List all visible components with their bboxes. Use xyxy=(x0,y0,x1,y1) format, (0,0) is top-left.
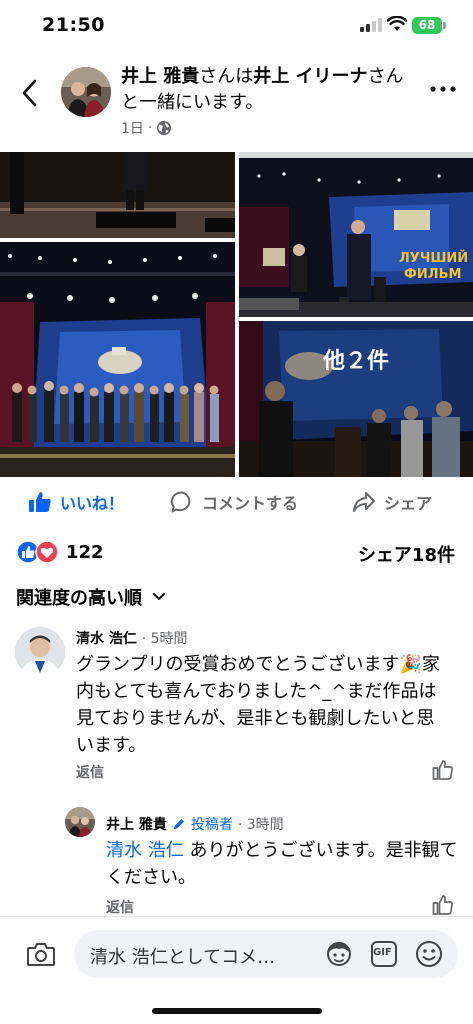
share-count[interactable]: シェア18件 xyxy=(358,541,455,567)
author-badge: 投稿者 xyxy=(190,817,233,833)
more-options-icon[interactable] xyxy=(428,84,458,94)
post-time[interactable]: 1日 xyxy=(121,118,144,138)
reply-button-2[interactable]: 返信 xyxy=(106,897,134,917)
share-icon xyxy=(353,492,375,512)
comment-sort-selector[interactable]: 関連度の高い順 xyxy=(16,584,166,610)
share-button[interactable]: シェア xyxy=(352,490,432,514)
photo-4[interactable]: 他２件 xyxy=(239,321,473,477)
thumbs-up-icon[interactable] xyxy=(432,759,454,781)
back-icon[interactable] xyxy=(18,78,42,108)
reply-text-block: 清水 浩仁 ありがとうございます。是非観てください。 xyxy=(106,837,458,891)
globe-icon xyxy=(157,121,172,135)
battery-indicator: 68 xyxy=(412,17,442,34)
comment-label: コメントする xyxy=(202,494,299,513)
more-photos-label: 他２件 xyxy=(322,349,389,374)
photo-1[interactable] xyxy=(0,152,235,238)
reply-author-avatar[interactable] xyxy=(65,807,95,837)
sort-label: 関連度の高い順 xyxy=(16,588,142,609)
comment-text: グランプリの受賞おめでとうございます🎉家内もとても喜んでおりました^_^まだ作品… xyxy=(76,654,440,756)
reply-author-line: 井上 雅貴 投稿者 · 3時間 xyxy=(106,814,284,834)
comment-button[interactable]: コメントする xyxy=(170,490,298,514)
reaction-count: 122 xyxy=(66,541,104,563)
reaction-summary[interactable]: 122 xyxy=(16,540,104,564)
more-photos-overlay[interactable]: 他２件 xyxy=(239,321,473,477)
header-connector-1: さんは xyxy=(199,66,254,87)
gif-icon[interactable]: GIF xyxy=(370,940,398,968)
comment-author-name[interactable]: 清水 浩仁 xyxy=(76,631,137,647)
mention-link[interactable]: 清水 浩仁 xyxy=(106,840,184,861)
svg-text:ЛУЧШИЙ: ЛУЧШИЙ xyxy=(399,250,468,266)
love-reaction-icon xyxy=(35,540,59,564)
reply-button[interactable]: 返信 xyxy=(76,762,104,782)
comment-input[interactable]: 清水 浩仁としてコメ… GIF xyxy=(74,930,458,978)
battery-tip xyxy=(443,22,446,29)
thumbs-up-icon-2[interactable] xyxy=(432,894,454,916)
author-avatar[interactable] xyxy=(61,67,111,117)
post-header-title: 井上 雅貴さんは井上 イリーナさんと一緒にいます。 xyxy=(121,64,413,116)
comment-icon xyxy=(170,491,191,513)
commenter-avatar[interactable] xyxy=(15,627,65,677)
status-bar: 21:50 68 xyxy=(0,0,473,52)
post-meta: 1日 · xyxy=(121,118,172,138)
like-label: いいね！ xyxy=(60,494,125,513)
like-icon xyxy=(29,492,51,512)
photo-3[interactable] xyxy=(0,242,235,477)
action-bar: いいね！ コメントする シェア xyxy=(0,478,473,526)
comment-input-placeholder: 清水 浩仁としてコメ… xyxy=(90,947,276,968)
comment-author-line: 清水 浩仁 · 5時間 xyxy=(76,628,188,648)
wifi-icon xyxy=(387,16,407,31)
reply-author-name[interactable]: 井上 雅貴 xyxy=(106,814,167,834)
camera-icon[interactable] xyxy=(26,941,56,967)
share-label: シェア xyxy=(384,494,433,513)
emoji-icon[interactable] xyxy=(414,939,444,969)
author-name[interactable]: 井上 雅貴 xyxy=(121,66,199,87)
pencil-icon xyxy=(173,819,184,829)
signal-icon xyxy=(360,18,382,32)
photo-2[interactable]: ЛУЧШИЙ ФИЛЬМ xyxy=(239,152,473,317)
reaction-icons xyxy=(16,540,60,564)
tagged-name[interactable]: 井上 イリーナ xyxy=(253,66,367,87)
reply-time[interactable]: · 3時間 xyxy=(238,814,284,834)
home-indicator[interactable] xyxy=(152,1008,322,1014)
avatar-sticker-icon[interactable] xyxy=(324,939,354,969)
status-time: 21:50 xyxy=(42,14,105,36)
comment-time[interactable]: · 5時間 xyxy=(142,631,188,647)
chevron-down-icon xyxy=(153,593,165,600)
meta-separator: · xyxy=(147,120,153,136)
svg-text:ФИЛЬМ: ФИЛЬМ xyxy=(404,267,461,282)
gif-label: GIF xyxy=(373,947,392,958)
like-button[interactable]: いいね！ xyxy=(28,490,124,514)
